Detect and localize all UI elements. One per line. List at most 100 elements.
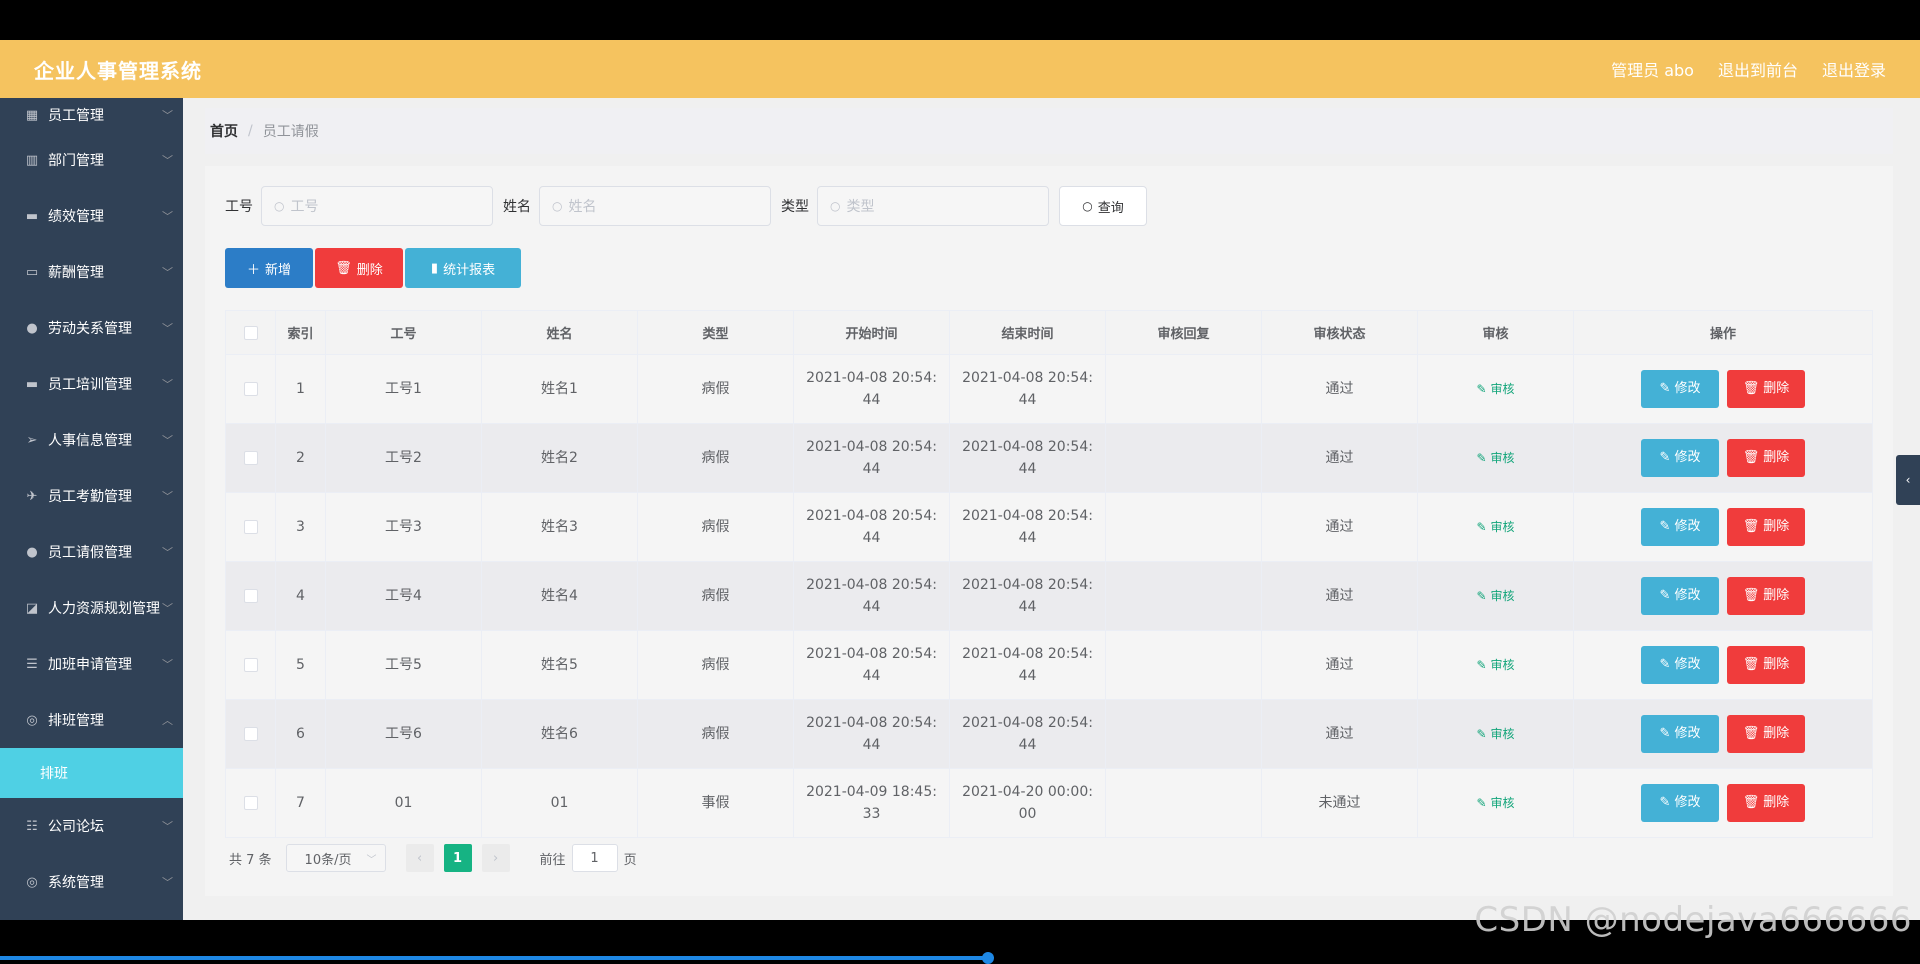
top-black-bar (0, 0, 1920, 40)
row-edit-button[interactable]: ✎ 修改 (1641, 508, 1719, 546)
sidebar-item-attendance[interactable]: ✈ 员工考勤管理 ﹀ (0, 468, 183, 524)
row-delete-button[interactable]: 🗑 删除 (1727, 577, 1805, 615)
cell-start-time: 2021-04-08 20:54:44 (793, 354, 950, 424)
chevron-down-icon: ﹀ (162, 322, 173, 335)
row-checkbox[interactable] (243, 796, 258, 810)
row-edit-button[interactable]: ✎ 修改 (1641, 370, 1719, 408)
row-checkbox[interactable] (243, 658, 258, 672)
batch-delete-button[interactable]: 🗑 删除 (315, 248, 403, 288)
table-row: 7 01 01 事假 2021-04-09 18:45:33 2021-04-20 00:… (225, 768, 1873, 838)
sidebar-item-planning[interactable]: ◪ 人力资源规划管理 ﹀ (0, 580, 183, 636)
row-delete-button[interactable]: 🗑 删除 (1727, 439, 1805, 477)
audit-link[interactable]: ✎ 审核 (1477, 451, 1515, 465)
row-delete-button[interactable]: 🗑 删除 (1727, 784, 1805, 822)
sidebar-item-training[interactable]: ▬ 员工培训管理 ﹀ (0, 356, 183, 412)
row-checkbox[interactable] (243, 727, 258, 741)
sidebar-item-hr-info[interactable]: ➢ 人事信息管理 ﹀ (0, 412, 183, 468)
edit-icon: ✎ (1659, 450, 1671, 465)
prev-page-button[interactable]: ‹ (405, 844, 434, 872)
leave-table: 索引 工号 姓名 类型 开始时间 结束时间 审核回复 审核状态 审核 操作 1工… (225, 310, 1873, 838)
audit-link[interactable]: ✎ 审核 (1477, 382, 1515, 396)
page-size-select[interactable]: 10条/页 ﹀ (285, 844, 386, 872)
exit-to-front-link[interactable]: 退出到前台 (1718, 57, 1798, 81)
row-select-cell[interactable] (225, 630, 276, 700)
video-progress-bar[interactable] (0, 956, 988, 960)
add-button[interactable]: ＋ 新增 (225, 248, 313, 288)
action-buttons: ＋ 新增 🗑 删除 ▮ 统计报表 (225, 248, 521, 288)
cell-audit-status: 通过 (1261, 423, 1418, 493)
cell-employee-no: 工号5 (325, 630, 482, 700)
edit-icon: ✎ (1476, 589, 1487, 603)
edit-icon: ✎ (1476, 520, 1487, 534)
row-checkbox[interactable] (243, 451, 258, 465)
row-checkbox[interactable] (243, 520, 258, 534)
audit-label: 审核 (1490, 658, 1515, 672)
report-button[interactable]: ▮ 统计报表 (405, 248, 521, 288)
row-select-cell[interactable] (225, 699, 276, 769)
row-checkbox[interactable] (243, 589, 258, 603)
audit-link[interactable]: ✎ 审核 (1477, 796, 1515, 810)
employee-no-label: 工号 (225, 199, 253, 215)
row-edit-button[interactable]: ✎ 修改 (1641, 715, 1719, 753)
row-delete-button[interactable]: 🗑 删除 (1727, 646, 1805, 684)
audit-link[interactable]: ✎ 审核 (1477, 589, 1515, 603)
row-checkbox[interactable] (243, 382, 258, 396)
type-input[interactable]: ○ 类型 (817, 186, 1049, 226)
current-user-label[interactable]: 管理员 abo (1611, 57, 1694, 81)
sidebar-item-leave[interactable]: ● 员工请假管理 ﹀ (0, 524, 183, 580)
breadcrumb-home[interactable]: 首页 (210, 121, 238, 141)
row-delete-button[interactable]: 🗑 删除 (1727, 508, 1805, 546)
edit-icon: ✎ (1476, 727, 1487, 741)
video-progress-handle[interactable] (982, 952, 994, 964)
audit-link[interactable]: ✎ 审核 (1477, 520, 1515, 534)
chevron-down-icon: ﹀ (366, 854, 377, 866)
name-input[interactable]: ○ 姓名 (539, 186, 771, 226)
edit-icon: ✎ (1659, 795, 1671, 810)
employee-no-input[interactable]: ○ 工号 (261, 186, 493, 226)
row-edit-button[interactable]: ✎ 修改 (1641, 646, 1719, 684)
goto-page-input[interactable]: 1 (571, 844, 618, 872)
row-select-cell[interactable] (225, 768, 276, 838)
cell-audit-status: 通过 (1261, 561, 1418, 631)
row-select-cell[interactable] (225, 423, 276, 493)
query-button[interactable]: ○ 查询 (1059, 186, 1147, 226)
sidebar-item-system[interactable]: ◎ 系统管理 ﹀ (0, 854, 183, 910)
audit-link[interactable]: ✎ 审核 (1477, 727, 1515, 741)
collapse-handle[interactable]: ‹ (1896, 455, 1920, 505)
select-all-checkbox[interactable] (243, 325, 258, 340)
cell-audit: ✎ 审核 (1417, 423, 1574, 493)
sidebar-item-overtime[interactable]: ☰ 加班申请管理 ﹀ (0, 636, 183, 692)
sidebar-item-salary[interactable]: ▭ 薪酬管理 ﹀ (0, 244, 183, 300)
audit-link[interactable]: ✎ 审核 (1477, 658, 1515, 672)
row-select-cell[interactable] (225, 561, 276, 631)
table-row: 4 工号4 姓名4 病假 2021-04-08 20:54:44 2021-04-08 2… (225, 561, 1873, 631)
col-audit: 审核 (1417, 310, 1574, 355)
sidebar-item-schedule[interactable]: ◎ 排班管理 ︿ (0, 692, 183, 748)
row-edit-button[interactable]: ✎ 修改 (1641, 439, 1719, 477)
sidebar-item-performance[interactable]: ▬ 绩效管理 ﹀ (0, 188, 183, 244)
sidebar-item-department[interactable]: ▥ 部门管理 ﹀ (0, 132, 183, 188)
grid-icon: ▦ (25, 107, 39, 123)
next-page-button[interactable]: › (481, 844, 510, 872)
row-delete-button[interactable]: 🗑 删除 (1727, 370, 1805, 408)
select-all-cell[interactable] (225, 310, 276, 355)
header-actions: 管理员 abo 退出到前台 退出登录 (1611, 57, 1886, 81)
row-edit-button[interactable]: ✎ 修改 (1641, 577, 1719, 615)
sidebar-subitem-schedule[interactable]: 排班 (0, 748, 183, 798)
sidebar-item-labor[interactable]: ● 劳动关系管理 ﹀ (0, 300, 183, 356)
sidebar-item-label: 薪酬管理 (48, 265, 104, 281)
sidebar-item-forum[interactable]: ☷ 公司论坛 ﹀ (0, 798, 183, 854)
sidebar-item-label: 排班管理 (48, 713, 104, 729)
row-delete-button[interactable]: 🗑 删除 (1727, 715, 1805, 753)
sidebar-item-employee[interactable]: ▦ 员工管理 ﹀ (0, 98, 183, 132)
row-edit-button[interactable]: ✎ 修改 (1641, 784, 1719, 822)
app-header: 企业人事管理系统 管理员 abo 退出到前台 退出登录 (0, 40, 1920, 98)
cell-end-time: 2021-04-08 20:54:44 (949, 354, 1106, 424)
chevron-down-icon: ﹀ (162, 109, 173, 122)
page-1-button[interactable]: 1 (443, 844, 472, 872)
logout-link[interactable]: 退出登录 (1822, 57, 1886, 81)
row-select-cell[interactable] (225, 492, 276, 562)
edit-icon: ✎ (1659, 588, 1671, 603)
cell-audit-reply (1105, 492, 1262, 562)
row-select-cell[interactable] (225, 354, 276, 424)
